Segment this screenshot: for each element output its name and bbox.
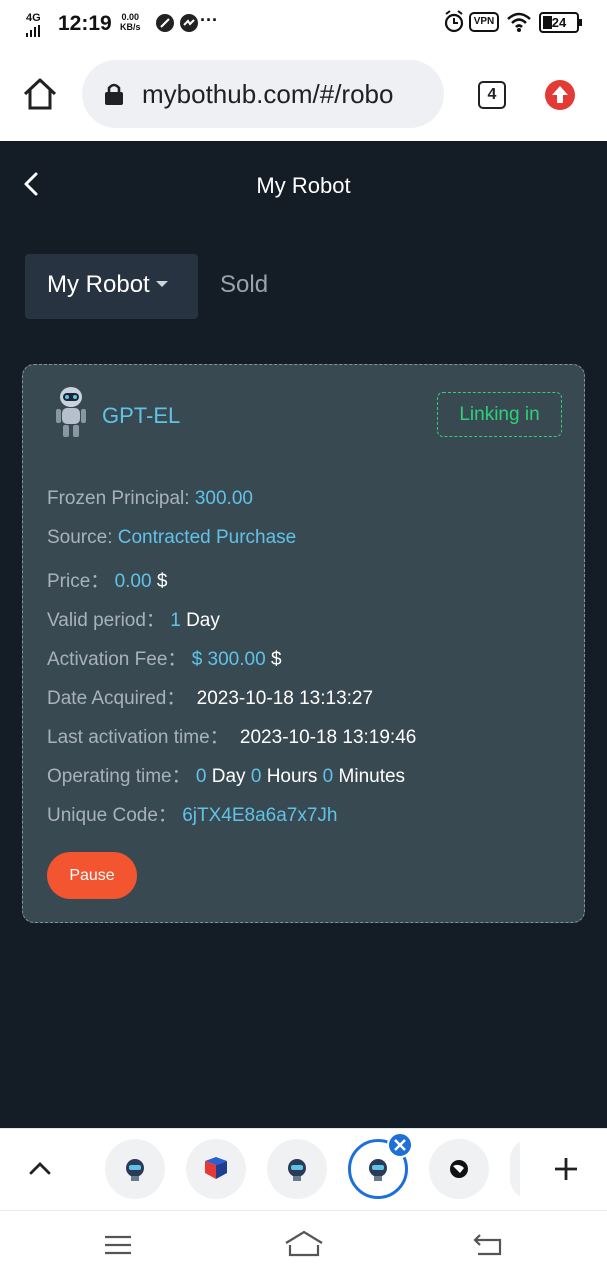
robot-icon <box>126 1159 144 1181</box>
battery-icon: 24 <box>539 12 582 33</box>
robot-icon <box>288 1159 306 1181</box>
valid-period-row: Valid period： 1 Day <box>47 610 220 631</box>
unique-code-row: Unique Code： 6jTX4E8a6a7x7Jh <box>47 805 338 826</box>
messenger-icon <box>180 14 198 32</box>
tab-sold[interactable]: Sold <box>220 271 268 299</box>
network-type: 4G <box>26 12 41 24</box>
pause-button[interactable]: Pause <box>47 852 137 899</box>
source-value: Contracted Purchase <box>117 527 297 548</box>
clock: 12:19 <box>58 12 112 35</box>
tab-my-robot[interactable]: My Robot <box>25 254 198 319</box>
menu-icon[interactable] <box>103 1233 133 1257</box>
network-indicator: 4G <box>26 12 41 37</box>
back-arrow-icon[interactable] <box>472 1231 504 1257</box>
price-value: 0.00 <box>114 571 152 592</box>
frozen-principal-row: Frozen Principal: 300.00 <box>47 488 253 509</box>
url-text: mybothub.com/#/robo <box>142 79 394 109</box>
activation-fee-value: $ 300.00 <box>191 649 266 670</box>
address-bar[interactable]: mybothub.com/#/robo <box>82 60 444 128</box>
close-icon[interactable] <box>387 1132 413 1158</box>
page-title: My Robot <box>256 173 351 198</box>
price-row: Price： 0.00 $ <box>47 571 168 592</box>
unique-code-value: 6jTX4E8a6a7x7Jh <box>182 805 338 826</box>
caret-down-icon <box>155 280 168 287</box>
red-upload-icon[interactable] <box>544 79 576 111</box>
tab-thumbnail-active[interactable] <box>348 1132 413 1199</box>
browser-toolbar: mybothub.com/#/robo 4 <box>0 46 607 141</box>
source-row: Source: Contracted Purchase <box>47 527 297 548</box>
more-notifications: ··· <box>200 10 218 30</box>
last-activation-row: Last activation time： 2023-10-18 13:19:4… <box>47 727 417 748</box>
tab-thumbnail-1[interactable] <box>105 1139 165 1199</box>
status-bar: 4G 12:19 0.00 KB/s ··· VPN 24 <box>0 0 607 46</box>
frozen-principal-value: 300.00 <box>194 488 253 509</box>
lock-icon <box>105 83 123 105</box>
date-acquired-value: 2023-10-18 13:13:27 <box>196 688 374 709</box>
activation-fee-row: Activation Fee： $ 300.00 $ <box>47 649 282 670</box>
browser-tab-strip <box>0 1128 607 1210</box>
vpn-badge: VPN <box>469 12 499 32</box>
operating-time-row: Operating time： 0 Day 0 Hours 0 Minutes <box>47 766 406 787</box>
alarm-icon <box>444 10 464 33</box>
leaf-icon <box>156 14 174 32</box>
valid-period-value: 1 <box>170 610 181 631</box>
cube-logo-icon <box>205 1157 227 1179</box>
robot-name: GPT-EL <box>102 403 181 428</box>
wifi-icon <box>507 12 531 32</box>
last-activation-value: 2023-10-18 13:19:46 <box>239 727 417 748</box>
tab-my-robot-label: My Robot <box>47 271 150 298</box>
home-icon[interactable] <box>22 77 58 111</box>
page-header: My Robot <box>0 141 607 229</box>
signal-icon <box>26 25 40 37</box>
tab-thumbnail-2[interactable] <box>186 1139 246 1199</box>
battery-level: 24 <box>551 15 567 30</box>
chevron-up-icon[interactable] <box>28 1159 52 1177</box>
network-speed: 0.00 KB/s <box>120 12 141 32</box>
date-acquired-row: Date Acquired： 2023-10-18 13:13:27 <box>47 688 374 709</box>
globe-icon <box>450 1160 468 1178</box>
tab-switcher-button[interactable]: 4 <box>478 81 506 109</box>
tab-thumbnail-3[interactable] <box>267 1139 327 1199</box>
tab-thumbnail-5[interactable] <box>429 1139 489 1199</box>
system-nav-bar <box>0 1210 607 1280</box>
home-outline-icon[interactable] <box>283 1229 325 1259</box>
robot-card: GPT-EL Linking in Frozen Principal: 300.… <box>22 364 585 923</box>
plus-icon[interactable] <box>553 1156 579 1182</box>
status-badge: Linking in <box>437 392 562 437</box>
robot-avatar-icon <box>56 387 86 437</box>
